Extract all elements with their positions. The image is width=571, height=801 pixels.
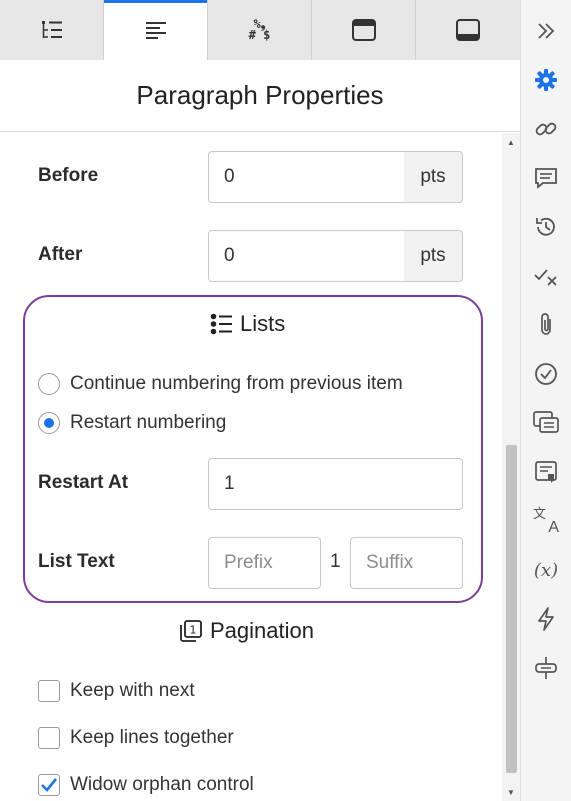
checkmark-icon — [41, 778, 58, 792]
translate-glyph-bottom: A — [548, 519, 559, 536]
widow-orphan-option[interactable]: Widow orphan control — [38, 774, 254, 796]
restart-numbering-radio[interactable] — [38, 412, 60, 434]
restart-numbering-label: Restart numbering — [70, 412, 227, 433]
lists-heading: Lists — [210, 311, 285, 337]
after-unit: pts — [404, 230, 463, 282]
after-input[interactable]: 0 — [208, 230, 405, 282]
page-number-icon: 1 — [180, 620, 202, 642]
keep-with-next-checkbox[interactable] — [38, 680, 60, 702]
lightning-icon[interactable] — [529, 602, 563, 636]
variable-icon[interactable]: (x) — [529, 553, 563, 587]
paperclip-icon[interactable] — [529, 308, 563, 342]
keep-lines-together-option[interactable]: Keep lines together — [38, 727, 234, 749]
suffix-placeholder: Suffix — [366, 552, 414, 573]
symbols-icon: %❟ # $ — [248, 18, 271, 42]
list-text-label: List Text — [38, 551, 115, 572]
paragraph-tab[interactable] — [104, 0, 208, 60]
keep-with-next-label: Keep with next — [70, 680, 195, 701]
continue-numbering-label: Continue numbering from previous item — [70, 373, 403, 394]
suffix-input[interactable]: Suffix — [350, 537, 463, 589]
double-chevron-right-icon[interactable] — [529, 14, 563, 48]
footer-tab[interactable] — [416, 0, 520, 60]
prefix-input[interactable]: Prefix — [208, 537, 321, 589]
prefix-placeholder: Prefix — [224, 552, 273, 573]
restart-numbering-option[interactable]: Restart numbering — [38, 412, 226, 434]
lists-heading-text: Lists — [240, 311, 286, 336]
before-input[interactable]: 0 — [208, 151, 405, 203]
footer-layout-icon — [456, 19, 480, 41]
tab-strip: %❟ # $ — [0, 0, 520, 60]
check-circle-icon[interactable] — [529, 357, 563, 391]
list-bullets-icon — [210, 313, 232, 335]
after-label: After — [38, 244, 83, 265]
widow-orphan-label: Widow orphan control — [70, 774, 254, 795]
note-icon[interactable] — [529, 455, 563, 489]
header-layout-icon — [351, 19, 376, 41]
track-changes-icon[interactable] — [529, 259, 563, 293]
restart-at-label: Restart At — [38, 472, 129, 493]
gear-icon[interactable] — [529, 63, 563, 97]
merge-icon[interactable] — [529, 651, 563, 685]
translate-glyph-top: 文 — [533, 506, 547, 521]
history-icon[interactable] — [529, 210, 563, 244]
keep-with-next-option[interactable]: Keep with next — [38, 680, 195, 702]
widow-orphan-checkbox[interactable] — [38, 774, 60, 796]
continue-numbering-radio[interactable] — [38, 373, 60, 395]
paragraph-properties-content: Before 0 pts After 0 pts Lists Continue … — [0, 133, 502, 801]
scrollbar-thumb[interactable] — [506, 445, 517, 773]
scroll-down-arrow[interactable]: ▼ — [502, 785, 520, 799]
before-label: Before — [38, 165, 99, 186]
keep-lines-together-label: Keep lines together — [70, 727, 234, 748]
continue-numbering-option[interactable]: Continue numbering from previous item — [38, 373, 403, 395]
pagination-heading-text: Pagination — [210, 618, 314, 643]
svg-text:1: 1 — [190, 624, 197, 637]
list-number: 1 — [330, 551, 341, 572]
comment-icon[interactable] — [529, 161, 563, 195]
comments-list-icon[interactable] — [529, 406, 563, 440]
paragraph-align-icon — [145, 22, 166, 39]
list-tree-icon — [41, 21, 62, 38]
before-unit: pts — [404, 151, 463, 203]
panel-title: Paragraph Properties — [0, 60, 520, 132]
keep-lines-together-checkbox[interactable] — [38, 727, 60, 749]
list-tree-tab[interactable] — [0, 0, 104, 60]
restart-at-input[interactable]: 1 — [208, 458, 463, 510]
symbols-glyph-bottom: # $ — [248, 28, 271, 42]
right-sidebar: 文 A (x) — [520, 0, 571, 801]
header-tab[interactable] — [312, 0, 416, 60]
scroll-up-arrow[interactable]: ▲ — [502, 135, 520, 149]
translate-icon[interactable]: 文 A — [529, 504, 563, 538]
symbols-tab[interactable]: %❟ # $ — [208, 0, 312, 60]
content-scrollbar[interactable]: ▲ ▼ — [502, 133, 520, 801]
link-icon[interactable] — [529, 112, 563, 146]
pagination-heading: 1 Pagination — [178, 618, 314, 644]
